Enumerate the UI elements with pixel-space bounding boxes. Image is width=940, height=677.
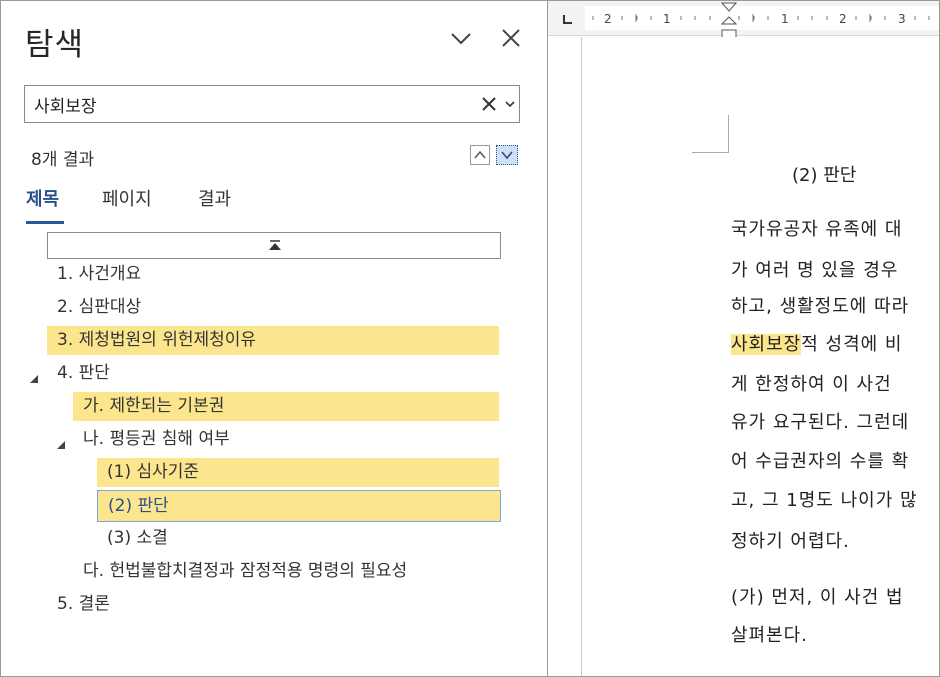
indent-marker-icon[interactable] [720,2,738,42]
search-box [24,85,520,123]
document-line: 어 수급권자의 수를 확 [731,451,910,472]
expanded-triangle-icon[interactable] [29,369,39,383]
clear-search-icon[interactable] [479,94,499,114]
document-line: 사회보장적 성격에 비 [731,334,903,355]
expanded-triangle-icon[interactable] [56,435,66,449]
document-line: 하고, 생활정도에 따라 [731,296,910,317]
tab-pages[interactable]: 페이지 [102,185,152,211]
heading-item[interactable]: 1. 사건개요 [47,260,501,289]
close-pane-icon[interactable] [498,25,524,51]
document-line: 게 한정하여 이 사건 [731,374,892,395]
document-heading: (2) 판단 [792,165,857,186]
heading-item[interactable]: 5. 결론 [47,590,501,619]
chevron-up-icon [474,150,486,159]
document-line: 정하기 어렵다. [731,531,850,552]
document-line: (가) 먼저, 이 사건 법 [731,587,904,608]
heading-item[interactable]: 가. 제한되는 기본권 [73,392,499,421]
document-page[interactable] [581,37,940,677]
heading-item-selected[interactable]: (2) 판단 [97,490,501,522]
margin-crop-mark [692,115,729,153]
navigation-pane: 탐색 8개 결과 제목 페이지 결과 1. 사건개요 2. 심판대상 3. 제청… [0,0,548,677]
chevron-down-icon [501,151,513,160]
document-line: 국가유공자 유족에 대 [731,219,903,240]
ruler-label: 3 [898,12,906,26]
active-tab-indicator [26,221,64,224]
heading-item[interactable]: 나. 평등권 침해 여부 [73,425,501,454]
previous-result-button[interactable] [470,145,490,165]
document-line: 살펴본다. [731,625,808,646]
heading-item[interactable]: (3) 소결 [97,524,501,553]
search-options-chevron-icon[interactable] [503,96,517,112]
pane-options-chevron-icon[interactable] [448,25,474,51]
heading-item[interactable]: 3. 제청법원의 위헌제청이유 [47,326,499,355]
document-line: 유가 요구된다. 그런데 [731,412,910,433]
heading-item[interactable]: 2. 심판대상 [47,293,501,322]
ruler-label: 2 [839,12,847,26]
scroll-to-top-button[interactable] [47,232,501,259]
heading-item[interactable]: (1) 심사기준 [97,458,499,487]
ruler-label: 1 [663,12,671,26]
pane-title: 탐색 [25,27,85,63]
heading-item[interactable]: 4. 판단 [47,359,501,388]
horizontal-ruler[interactable]: 2 1 1 2 3 [585,6,940,30]
tab-results[interactable]: 결과 [198,185,231,211]
next-result-button[interactable] [496,145,518,165]
scroll-up-icon [269,240,281,250]
document-line: 고, 그 1명도 나이가 많 [731,490,918,511]
result-count: 8개 결과 [31,150,95,170]
heading-item[interactable]: 다. 헌법불합치결정과 잠정적용 명령의 필요성 [73,557,501,586]
ruler-label: 1 [781,12,789,26]
search-input[interactable] [34,91,454,117]
tab-headings[interactable]: 제목 [26,185,59,211]
document-gutter [548,37,581,677]
ruler-label: 2 [604,12,612,26]
document-line: 가 여러 명 있을 경우 [731,260,899,281]
tab-stop-selector-icon[interactable] [560,12,574,26]
search-hit-highlight: 사회보장 [731,334,802,355]
